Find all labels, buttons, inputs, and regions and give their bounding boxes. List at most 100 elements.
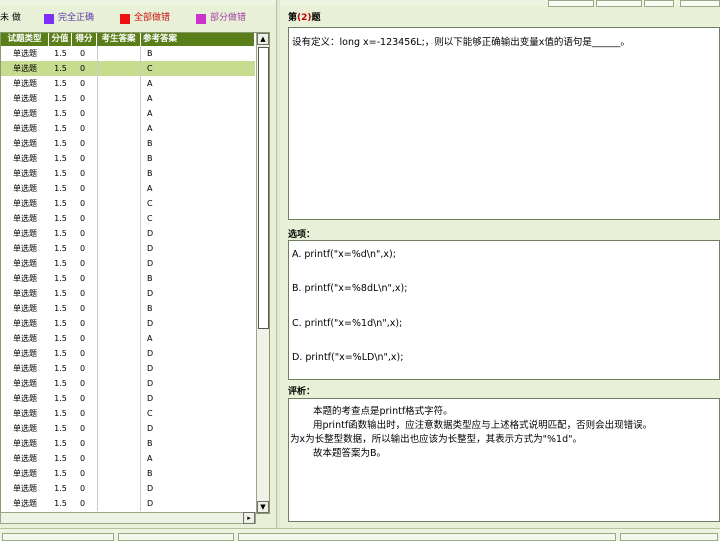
- cell-answer: A: [147, 94, 153, 103]
- panel-splitter[interactable]: [276, 0, 280, 540]
- cell-score: 1.5: [54, 109, 67, 118]
- table-row[interactable]: 单选题 1.5 0 C: [1, 196, 255, 211]
- cell-got: 0: [80, 394, 86, 403]
- table-row[interactable]: 单选题 1.5 0 C: [1, 211, 255, 226]
- toolbar-button[interactable]: [548, 0, 594, 7]
- cell-got: 0: [80, 289, 86, 298]
- scroll-up-button[interactable]: ▲: [257, 33, 269, 45]
- legend-label-all-wrong: 全部做错: [134, 13, 171, 23]
- column-header-student-answer[interactable]: 考生答案: [97, 33, 141, 46]
- option-a[interactable]: A. printf("x=%d\n",x);: [292, 249, 396, 260]
- cell-student: [97, 211, 141, 226]
- cell-score: 1.5: [54, 199, 67, 208]
- option-b[interactable]: B. printf("x=%8dL\n",x);: [292, 283, 407, 294]
- cell-got: 0: [80, 274, 86, 283]
- table-row[interactable]: 单选题 1.5 0 A: [1, 106, 255, 121]
- table-row[interactable]: 单选题 1.5 0 B: [1, 166, 255, 181]
- status-legend: 未 做 完全正确 全部做错 部分做错: [0, 8, 280, 30]
- option-c[interactable]: C. printf("x=%1d\n",x);: [292, 318, 402, 329]
- cell-answer: B: [147, 469, 153, 478]
- cell-got: 0: [80, 409, 86, 418]
- table-row[interactable]: 单选题 1.5 0 D: [1, 361, 255, 376]
- table-row[interactable]: 单选题 1.5 0 C: [1, 406, 255, 421]
- table-row[interactable]: 单选题 1.5 0 D: [1, 376, 255, 391]
- cell-answer: D: [147, 424, 154, 433]
- table-row[interactable]: 单选题 1.5 0 D: [1, 391, 255, 406]
- cell-score: 1.5: [54, 154, 67, 163]
- cell-answer: B: [147, 49, 153, 58]
- cell-score: 1.5: [54, 49, 67, 58]
- cell-student: [97, 91, 141, 106]
- table-row[interactable]: 单选题 1.5 0 B: [1, 301, 255, 316]
- cell-type: 单选题: [13, 304, 37, 313]
- cell-type: 单选题: [13, 169, 37, 178]
- table-row[interactable]: 单选题 1.5 0 B: [1, 271, 255, 286]
- column-header-got[interactable]: 得分: [72, 33, 97, 46]
- cell-type: 单选题: [13, 409, 37, 418]
- table-row[interactable]: 单选题 1.5 0 D: [1, 316, 255, 331]
- cell-score: 1.5: [54, 244, 67, 253]
- cell-got: 0: [80, 469, 86, 478]
- scroll-thumb[interactable]: [258, 47, 269, 329]
- cell-got: 0: [80, 424, 86, 433]
- table-row[interactable]: 单选题 1.5 0 B: [1, 136, 255, 151]
- cell-score: 1.5: [54, 424, 67, 433]
- toolbar-button[interactable]: [644, 0, 674, 7]
- legend-unanswered-label: 未 做: [0, 13, 21, 23]
- cell-answer: A: [147, 454, 153, 463]
- cell-type: 单选题: [13, 79, 37, 88]
- cell-type: 单选题: [13, 214, 37, 223]
- column-header-score[interactable]: 分值: [49, 33, 72, 46]
- cell-score: 1.5: [54, 484, 67, 493]
- vertical-scrollbar[interactable]: ▲ ▼: [256, 33, 269, 513]
- table-row[interactable]: 单选题 1.5 0 A: [1, 91, 255, 106]
- cell-student: [97, 436, 141, 451]
- scroll-right-button[interactable]: ▸: [243, 512, 255, 524]
- analysis-line: 为x为长整型数据，所以输出也应该为长整型，其表示方式为"%1d"。: [290, 434, 582, 445]
- cell-score: 1.5: [54, 259, 67, 268]
- cell-got: 0: [80, 244, 86, 253]
- table-row[interactable]: 单选题 1.5 0 D: [1, 346, 255, 361]
- cell-score: 1.5: [54, 469, 67, 478]
- cell-answer: A: [147, 109, 153, 118]
- cell-got: 0: [80, 229, 86, 238]
- scroll-down-button[interactable]: ▼: [257, 501, 269, 513]
- column-header-type[interactable]: 试题类型: [1, 33, 49, 46]
- table-row[interactable]: 单选题 1.5 0 C: [1, 61, 255, 76]
- table-row[interactable]: 单选题 1.5 0 D: [1, 226, 255, 241]
- cell-score: 1.5: [54, 439, 67, 448]
- cell-answer: B: [147, 274, 153, 283]
- table-row[interactable]: 单选题 1.5 0 D: [1, 241, 255, 256]
- table-row[interactable]: 单选题 1.5 0 A: [1, 451, 255, 466]
- column-header-reference-answer[interactable]: 参考答案: [141, 33, 255, 46]
- table-row[interactable]: 单选题 1.5 0 D: [1, 256, 255, 271]
- option-d[interactable]: D. printf("x=%LD\n",x);: [292, 352, 403, 363]
- cell-answer: A: [147, 79, 153, 88]
- cell-student: [97, 136, 141, 151]
- table-row[interactable]: 单选题 1.5 0 A: [1, 121, 255, 136]
- toolbar-button[interactable]: [680, 0, 720, 7]
- table-row[interactable]: 单选题 1.5 0 D: [1, 496, 255, 511]
- cell-student: [97, 196, 141, 211]
- cell-type: 单选题: [13, 124, 37, 133]
- table-row[interactable]: 单选题 1.5 0 A: [1, 331, 255, 346]
- table-row[interactable]: 单选题 1.5 0 D: [1, 421, 255, 436]
- table-row[interactable]: 单选题 1.5 0 B: [1, 151, 255, 166]
- table-row[interactable]: 单选题 1.5 0 D: [1, 481, 255, 496]
- table-row[interactable]: 单选题 1.5 0 D: [1, 286, 255, 301]
- cell-type: 单选题: [13, 109, 37, 118]
- horizontal-scrollbar[interactable]: ▸: [0, 512, 256, 524]
- toolbar-button[interactable]: [596, 0, 642, 7]
- table-row[interactable]: 单选题 1.5 0 A: [1, 181, 255, 196]
- cell-answer: D: [147, 484, 154, 493]
- cell-type: 单选题: [13, 499, 37, 508]
- table-row[interactable]: 单选题 1.5 0 B: [1, 46, 255, 61]
- cell-answer: B: [147, 439, 153, 448]
- analysis-section-label: 评析：: [288, 387, 316, 397]
- table-row[interactable]: 单选题 1.5 0 B: [1, 466, 255, 481]
- cell-score: 1.5: [54, 64, 67, 73]
- table-row[interactable]: 单选题 1.5 0 B: [1, 436, 255, 451]
- table-row[interactable]: 单选题 1.5 0 A: [1, 76, 255, 91]
- question-label-prefix: 第: [288, 13, 298, 23]
- cell-answer: C: [147, 199, 153, 208]
